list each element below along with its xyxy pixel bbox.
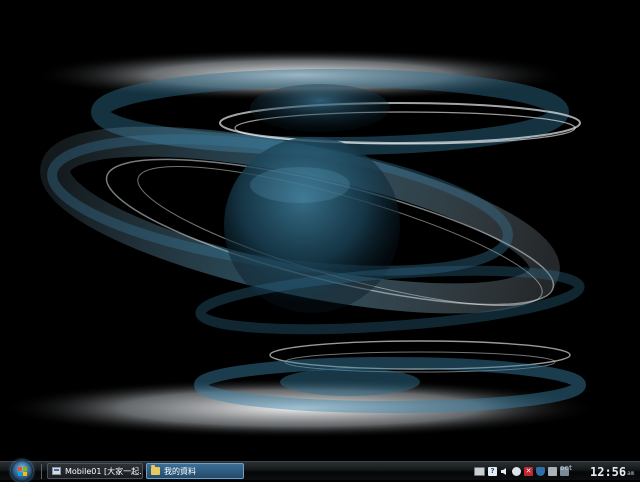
system-tray: ? ✕ bbox=[474, 463, 569, 479]
taskbar-item-label: 我的資料 bbox=[164, 466, 196, 476]
shield-icon[interactable] bbox=[536, 466, 545, 476]
keyboard-icon[interactable] bbox=[474, 466, 485, 476]
browser-window-icon bbox=[52, 467, 61, 475]
desktop bbox=[0, 0, 640, 461]
windows-orb-icon bbox=[17, 466, 27, 476]
help-icon[interactable]: ? bbox=[488, 466, 497, 476]
ime-indicator[interactable]: oct bbox=[560, 464, 573, 472]
taskbar-item-label: Mobile01 [大家一起... bbox=[65, 466, 143, 476]
wallpaper bbox=[0, 49, 600, 438]
clock[interactable]: 12:56 am bbox=[590, 462, 634, 481]
taskbar-item-browser[interactable]: Mobile01 [大家一起... bbox=[47, 463, 143, 479]
clock-time: 12:56 bbox=[590, 464, 627, 479]
start-button[interactable] bbox=[11, 460, 33, 482]
taskbar-item-folder[interactable]: 我的資料 bbox=[146, 463, 244, 479]
clock-seconds: am bbox=[627, 470, 635, 477]
taskbar-separator bbox=[41, 464, 42, 479]
card-icon[interactable] bbox=[548, 466, 557, 476]
folder-icon bbox=[151, 465, 160, 475]
network-icon[interactable] bbox=[512, 466, 521, 476]
volume-icon[interactable] bbox=[500, 467, 509, 476]
antivirus-icon[interactable]: ✕ bbox=[524, 466, 533, 476]
taskbar: Mobile01 [大家一起... 我的資料 ? ✕ oct 12:56 am bbox=[0, 460, 640, 482]
